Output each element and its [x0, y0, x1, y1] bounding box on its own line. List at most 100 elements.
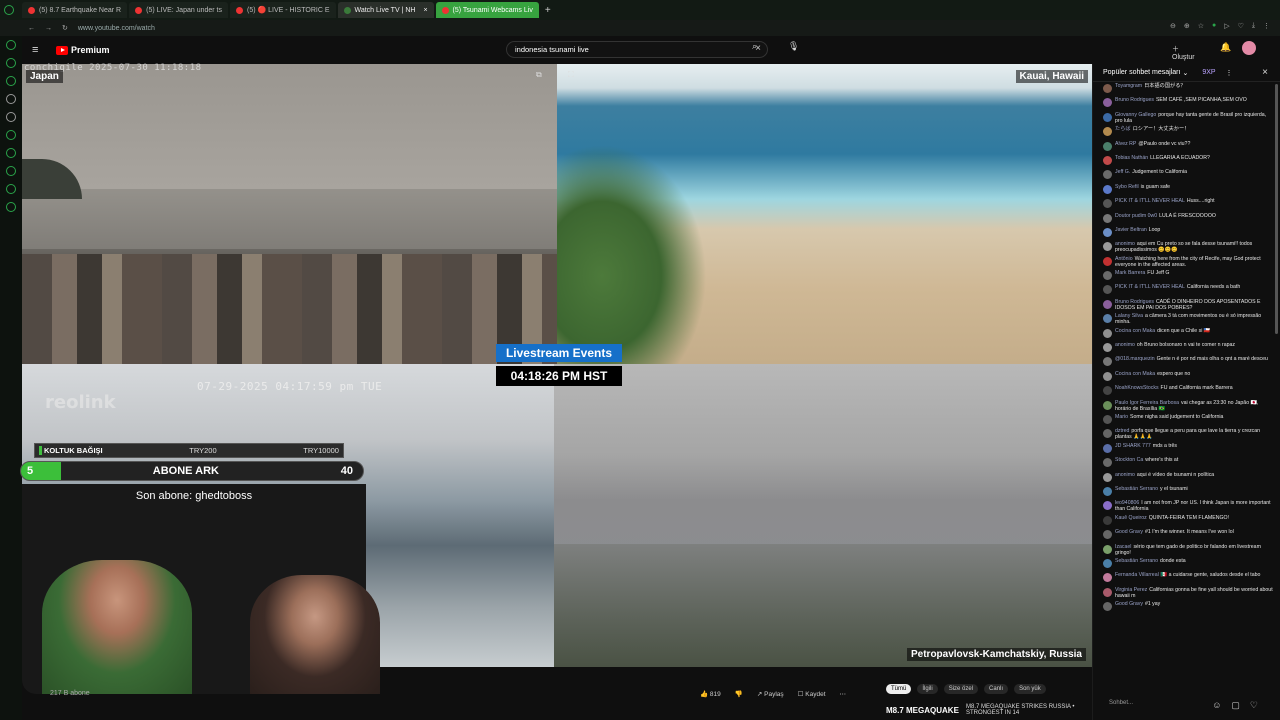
- chat-author[interactable]: Sebastián Serrano: [1115, 558, 1158, 564]
- fullscreen-icon[interactable]: ⛶: [568, 70, 574, 80]
- user-avatar[interactable]: [1103, 314, 1112, 324]
- user-avatar[interactable]: [1103, 472, 1112, 482]
- browser-tab[interactable]: (5) Tsunami Webcams Liv: [435, 2, 539, 18]
- sidebar-app-icon[interactable]: [6, 40, 16, 50]
- bookmark-icon[interactable]: ☆: [1198, 22, 1204, 30]
- heart-icon[interactable]: ♡: [1250, 700, 1258, 711]
- chat-author[interactable]: JD SHARK 777: [1115, 443, 1151, 449]
- chat-author[interactable]: Good Gravy: [1115, 601, 1143, 607]
- chat-author[interactable]: Cocina con Maka: [1115, 371, 1155, 377]
- avatar[interactable]: [1242, 41, 1256, 55]
- search-icon[interactable]: ⌕: [752, 41, 757, 52]
- user-avatar[interactable]: [1103, 170, 1112, 180]
- chat-author[interactable]: Fernanda Villarreal: [1115, 572, 1159, 578]
- user-avatar[interactable]: [1103, 371, 1112, 381]
- user-avatar[interactable]: [1103, 558, 1112, 568]
- sidebar-app-icon[interactable]: [6, 58, 16, 68]
- chevron-down-icon[interactable]: ⌄: [1182, 69, 1188, 77]
- user-avatar[interactable]: [1103, 127, 1112, 137]
- notification-bell-icon[interactable]: 🔔: [1220, 42, 1231, 53]
- user-avatar[interactable]: [1103, 400, 1112, 410]
- more-icon[interactable]: ⋮: [1226, 69, 1233, 77]
- sidebar-app-icon[interactable]: [6, 112, 16, 122]
- share-button[interactable]: ↗ Paylaş: [757, 690, 784, 698]
- user-avatar[interactable]: [1103, 602, 1112, 612]
- user-avatar[interactable]: [1103, 213, 1112, 223]
- chat-author[interactable]: Toyamgram: [1115, 83, 1142, 89]
- reload-icon[interactable]: ↻: [62, 24, 68, 32]
- chat-author[interactable]: Sebastián Serrano: [1115, 486, 1158, 492]
- chat-author[interactable]: Kauê Queiroz: [1115, 515, 1147, 521]
- sidebar-app-icon[interactable]: [6, 148, 16, 158]
- chat-author[interactable]: Alvez RP: [1115, 141, 1136, 147]
- menu-dots-icon[interactable]: ⋮: [1263, 22, 1270, 30]
- browser-tab[interactable]: (5) 🔴 LIVE - HISTORIC E: [230, 2, 336, 18]
- browser-tab-active[interactable]: Watch Live TV | NH ×: [337, 2, 434, 18]
- emoji-icon[interactable]: ☺: [1212, 700, 1221, 711]
- user-avatar[interactable]: [1103, 443, 1112, 453]
- user-avatar[interactable]: [1103, 242, 1112, 252]
- user-avatar[interactable]: [1103, 285, 1112, 295]
- user-avatar[interactable]: [1103, 458, 1112, 468]
- user-avatar[interactable]: [1103, 343, 1112, 353]
- user-avatar[interactable]: [1103, 486, 1112, 496]
- user-avatar[interactable]: [1103, 429, 1112, 439]
- chip[interactable]: Canlı: [984, 684, 1009, 694]
- chat-author[interactable]: Javier Beltran: [1115, 227, 1147, 233]
- close-icon[interactable]: ×: [1262, 67, 1268, 78]
- zoom-icon[interactable]: ⊖: [1170, 22, 1176, 30]
- chat-author[interactable]: Bruno Rodrigues: [1115, 97, 1154, 103]
- chat-author[interactable]: Stockton Ca: [1115, 457, 1143, 463]
- heart-icon[interactable]: ♡: [1238, 22, 1244, 30]
- close-tab-icon[interactable]: ×: [423, 7, 427, 14]
- shield-icon[interactable]: ●: [1212, 22, 1216, 30]
- user-avatar[interactable]: [1103, 299, 1112, 309]
- sidebar-app-icon[interactable]: [6, 94, 16, 104]
- more-icon[interactable]: ⋯: [840, 690, 847, 698]
- dislike-icon[interactable]: 👎: [735, 690, 743, 698]
- chat-author[interactable]: NoahKnowsStocks: [1115, 385, 1159, 391]
- chat-author[interactable]: anonimo: [1115, 342, 1135, 348]
- like-button[interactable]: 👍 819: [700, 690, 721, 698]
- browser-tab[interactable]: (5) LIVE: Japan under ts: [129, 2, 228, 18]
- new-tab-button[interactable]: +: [545, 5, 551, 16]
- play-icon[interactable]: ▷: [1224, 22, 1229, 30]
- chat-author[interactable]: Mark Barrera: [1115, 270, 1145, 276]
- address-bar[interactable]: www.youtube.com/watch: [78, 25, 155, 32]
- user-avatar[interactable]: [1103, 271, 1112, 281]
- chat-author[interactable]: Doutor pudim 0w0: [1115, 213, 1157, 219]
- user-avatar[interactable]: [1103, 501, 1112, 511]
- chat-input[interactable]: Sohbet...: [1109, 700, 1133, 706]
- browser-menu-icon[interactable]: [4, 5, 14, 15]
- user-avatar[interactable]: [1103, 544, 1112, 554]
- chat-author[interactable]: たらば: [1115, 126, 1131, 132]
- sidebar-app-icon[interactable]: [6, 166, 16, 176]
- forward-icon[interactable]: →: [45, 25, 52, 32]
- chat-author[interactable]: Mario: [1115, 414, 1128, 420]
- miniplayer-icon[interactable]: ⧉: [536, 70, 542, 80]
- microphone-icon[interactable]: 🎙: [788, 41, 799, 53]
- user-avatar[interactable]: [1103, 184, 1112, 194]
- sidebar-app-icon[interactable]: [6, 184, 16, 194]
- chat-author[interactable]: Good Gravy: [1115, 529, 1143, 535]
- user-avatar[interactable]: [1103, 199, 1112, 209]
- user-avatar[interactable]: [1103, 414, 1112, 424]
- user-avatar[interactable]: [1103, 530, 1112, 540]
- chat-author[interactable]: Sybo Refil: [1115, 184, 1139, 190]
- user-avatar[interactable]: [1103, 155, 1112, 165]
- chip[interactable]: Son yük: [1014, 684, 1046, 694]
- user-avatar[interactable]: [1103, 386, 1112, 396]
- user-avatar[interactable]: [1103, 515, 1112, 525]
- sidebar-app-icon[interactable]: [6, 130, 16, 140]
- chat-author[interactable]: Tobias Nathán: [1115, 155, 1148, 161]
- sidebar-app-icon[interactable]: [6, 202, 16, 212]
- user-avatar[interactable]: [1103, 98, 1112, 108]
- chat-author[interactable]: anonimo: [1115, 472, 1135, 478]
- user-avatar[interactable]: [1103, 573, 1112, 583]
- search-input[interactable]: indonesia tsunami live ×: [506, 41, 768, 58]
- user-avatar[interactable]: [1103, 587, 1112, 597]
- chat-author[interactable]: PICK IT & IT'LL NEVER HEAL: [1115, 198, 1185, 204]
- chat-author[interactable]: @018.marquezin: [1115, 356, 1155, 362]
- user-avatar[interactable]: [1103, 357, 1112, 367]
- chat-author[interactable]: PICK IT & IT'LL NEVER HEAL: [1115, 284, 1185, 290]
